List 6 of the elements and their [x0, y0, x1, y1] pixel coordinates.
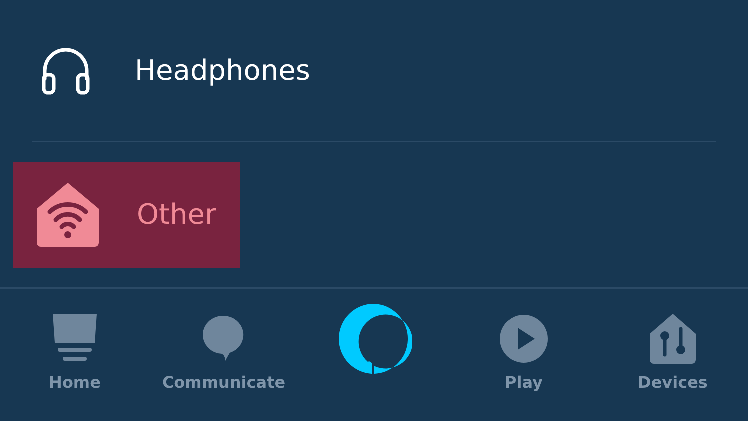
- nav-label[interactable]: Home: [49, 371, 101, 395]
- nav-label[interactable]: Communicate: [162, 371, 286, 395]
- device-category-item[interactable]: Headphones: [32, 18, 332, 124]
- device-category-item[interactable]: Other: [13, 162, 240, 268]
- nav-label[interactable]: Play: [505, 371, 543, 395]
- nav-label[interactable]: Devices: [638, 371, 708, 395]
